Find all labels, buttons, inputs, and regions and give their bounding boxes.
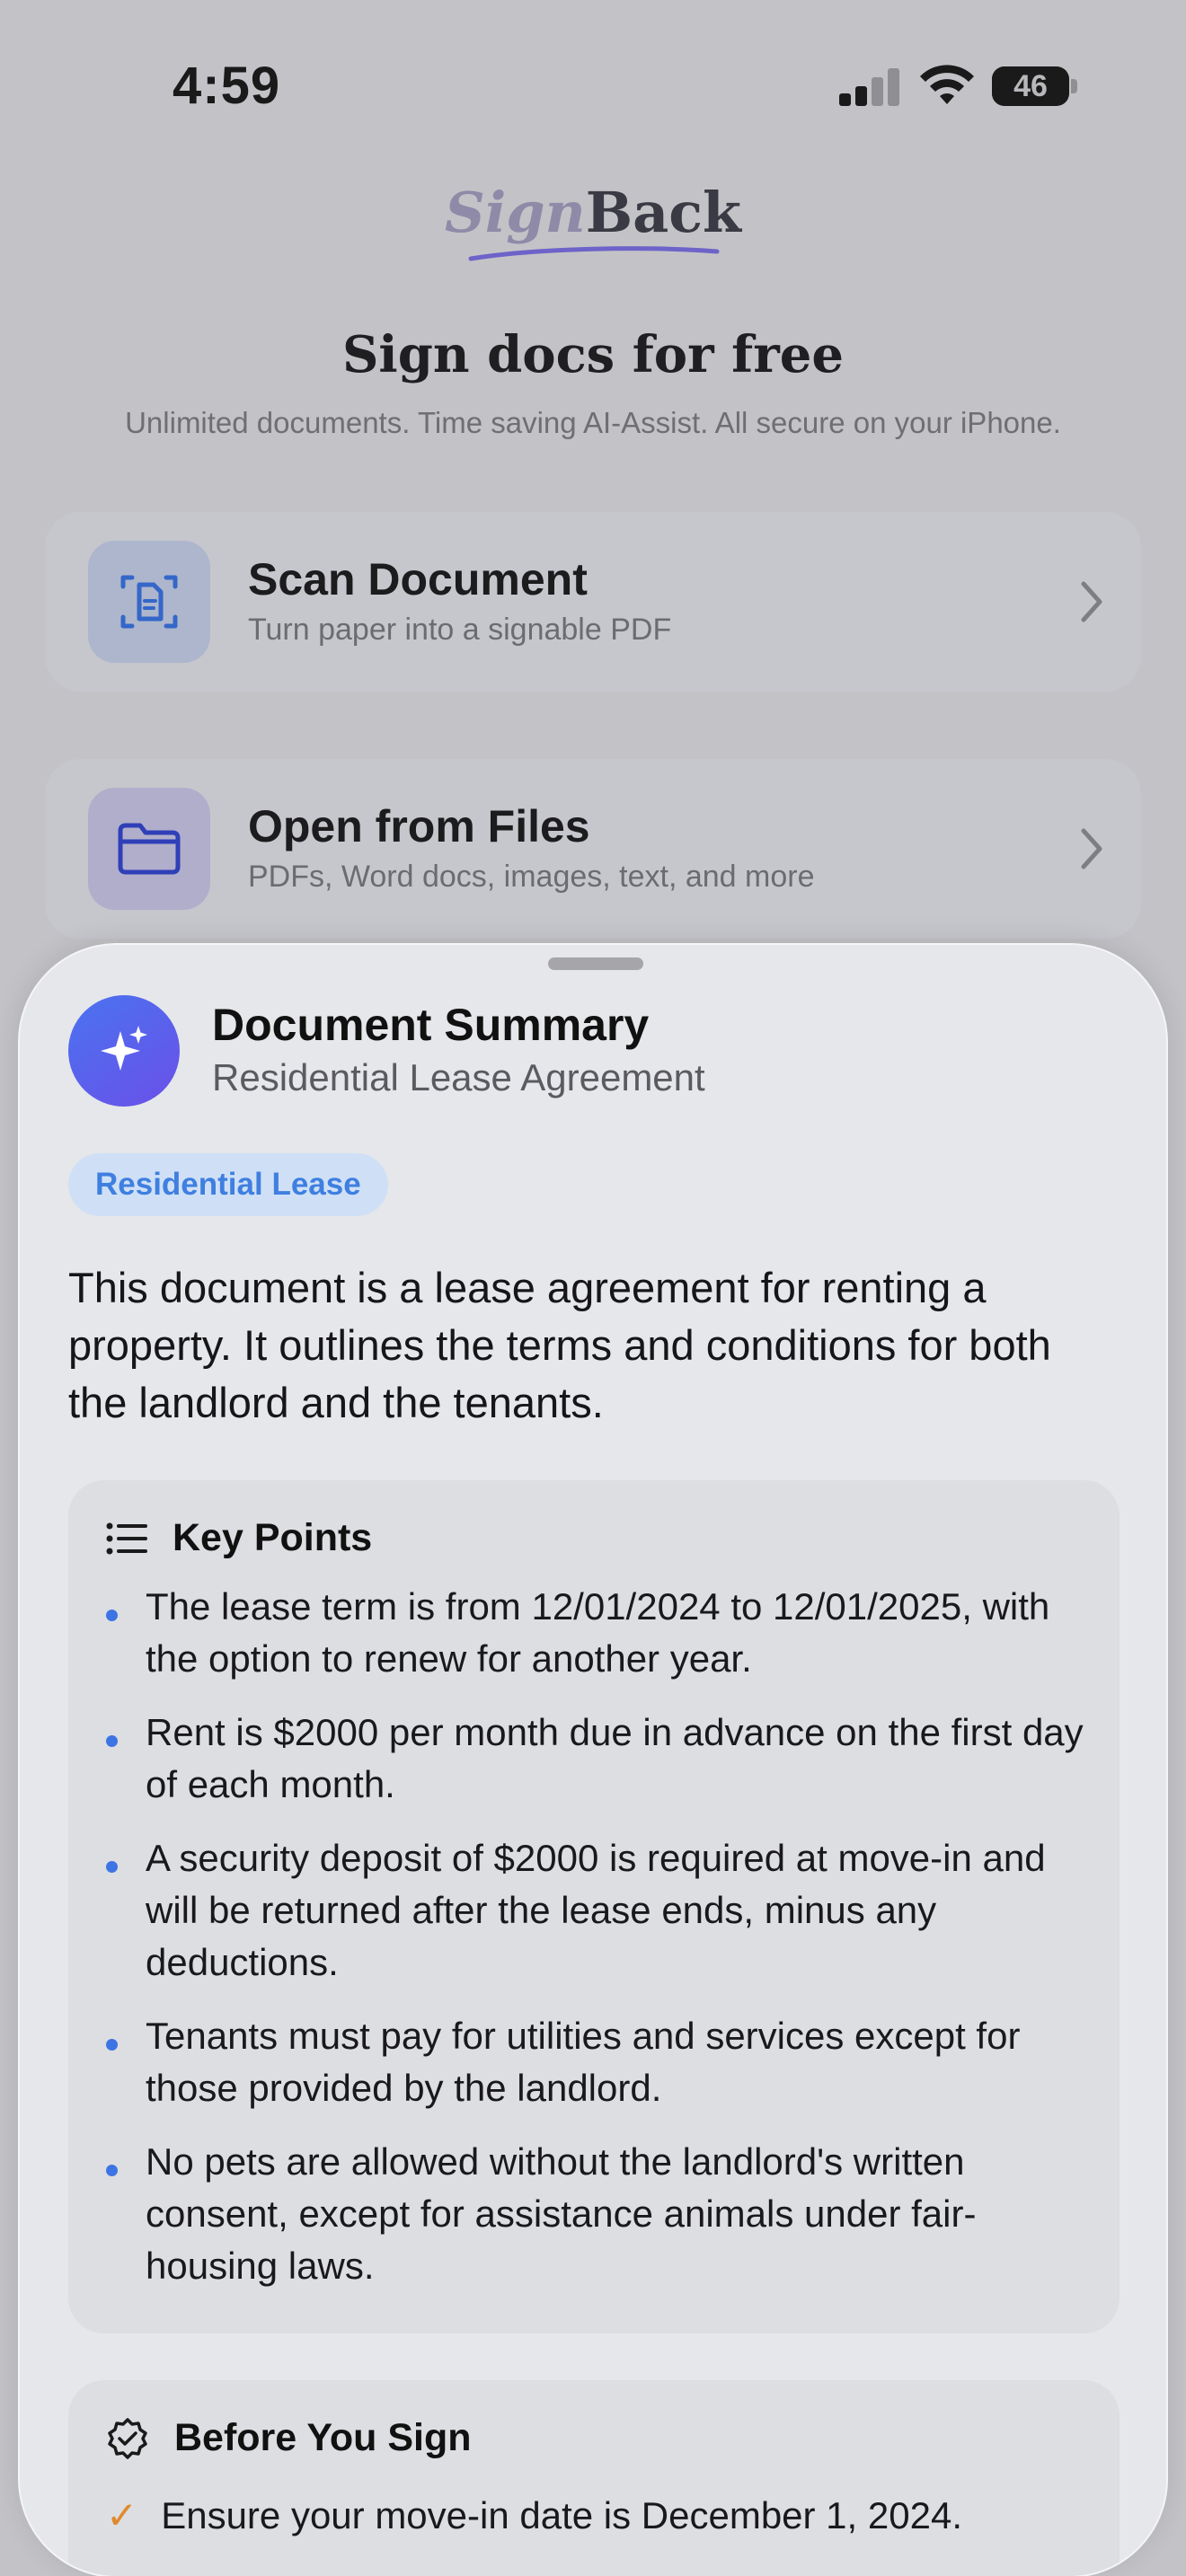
summary-body: This document is a lease agreement for r… <box>68 1264 1051 1426</box>
open-from-files-button[interactable]: Open from Files PDFs, Word docs, images,… <box>45 759 1141 939</box>
chevron-right-icon <box>1081 581 1102 622</box>
status-time: 4:59 <box>173 57 281 115</box>
cellular-signal-icon <box>839 66 902 106</box>
key-points-title: Key Points <box>173 1516 373 1559</box>
key-point-text: Tenants must pay for utilities and servi… <box>146 2015 1021 2109</box>
status-bar: 4:59 46 <box>0 0 1186 171</box>
list-icon <box>106 1522 147 1554</box>
chevron-right-icon <box>1081 828 1102 869</box>
sparkles-icon <box>68 995 180 1107</box>
key-point-text: The lease term is from 12/01/2024 to 12/… <box>146 1585 1050 1680</box>
document-type-badge: Residential Lease <box>68 1153 388 1216</box>
key-point-text: No pets are allowed without the landlord… <box>146 2140 977 2287</box>
key-point-text: A security deposit of $2000 is required … <box>146 1837 1046 1983</box>
scan-document-title: Scan Document <box>248 554 588 604</box>
checkmark-seal-icon <box>108 2417 147 2459</box>
home-title: Sign docs for free <box>341 325 844 384</box>
bullet-icon <box>106 1610 118 1621</box>
key-points-panel: Key Points The lease term is from 12/01/… <box>68 1480 1120 2333</box>
sheet-grabber[interactable] <box>548 957 643 970</box>
checklist-text: Ensure your move-in date is December 1, … <box>161 2493 962 2536</box>
open-from-files-subtitle: PDFs, Word docs, images, text, and more <box>248 860 815 894</box>
key-points-list: The lease term is from 12/01/2024 to 12/… <box>106 1581 1094 2314</box>
list-item: No pets are allowed without the landlord… <box>106 2136 1094 2292</box>
list-item: ✓ Ensure your move-in date is December 1… <box>106 2493 962 2537</box>
battery-tip <box>1071 79 1077 93</box>
logo-sign-text: Sign <box>444 180 586 245</box>
open-from-files-title: Open from Files <box>248 801 590 851</box>
sheet-subtitle: Residential Lease Agreement <box>212 1056 705 1098</box>
list-item: A security deposit of $2000 is required … <box>106 1832 1094 1989</box>
list-item: Tenants must pay for utilities and servi… <box>106 2010 1094 2114</box>
logo-underline-swash <box>468 246 720 261</box>
key-point-text: Rent is $2000 per month due in advance o… <box>146 1711 1084 1805</box>
before-you-sign-title: Before You Sign <box>174 2416 472 2459</box>
checkmark-icon: ✓ <box>106 2494 138 2536</box>
scan-document-subtitle: Turn paper into a signable PDF <box>248 613 672 647</box>
logo-back-text: Back <box>585 180 742 245</box>
document-summary-sheet[interactable]: Document Summary Residential Lease Agree… <box>18 943 1168 2576</box>
bullet-icon <box>106 1861 118 1873</box>
bullet-icon <box>106 1735 118 1747</box>
battery-level: 46 <box>1013 69 1048 103</box>
scan-document-icon <box>88 541 210 663</box>
wifi-icon <box>920 65 974 104</box>
scan-document-button[interactable]: Scan Document Turn paper into a signable… <box>45 512 1141 692</box>
sheet-title: Document Summary <box>212 1000 650 1050</box>
battery-icon: 46 <box>992 66 1069 106</box>
home-subtitle: Unlimited documents. Time saving AI-Assi… <box>125 406 1061 439</box>
list-item: Rent is $2000 per month due in advance o… <box>106 1707 1094 1811</box>
folder-icon <box>88 788 210 910</box>
bullet-icon <box>106 2165 118 2176</box>
before-you-sign-panel: Before You Sign ✓ Ensure your move-in da… <box>68 2380 1120 2576</box>
app-logo: SignBack <box>0 180 1186 245</box>
list-item: The lease term is from 12/01/2024 to 12/… <box>106 1581 1094 1685</box>
bullet-icon <box>106 2039 118 2051</box>
